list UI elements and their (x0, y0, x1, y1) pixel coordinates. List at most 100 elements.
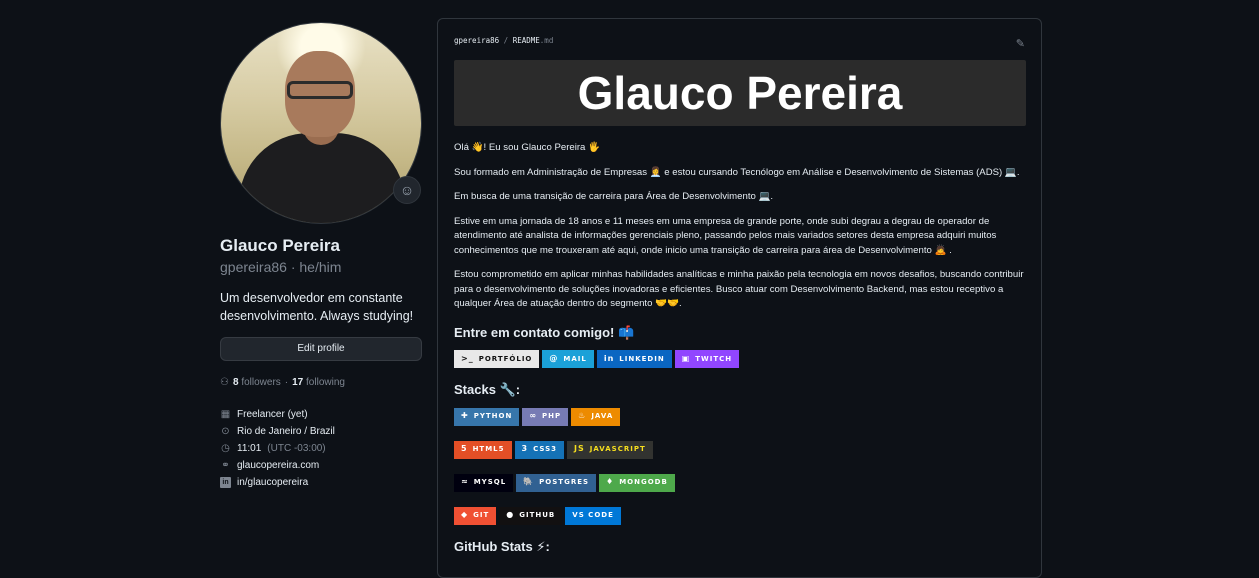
badge-label: VS CODE (572, 511, 614, 520)
readme-banner: Glauco Pereira (454, 60, 1026, 126)
twitch-badge[interactable]: ▣ TWITCH (674, 350, 740, 368)
profile-bio: Um desenvolvedor em constante desenvolvi… (220, 291, 414, 323)
website-link[interactable]: glaucopereira.com (237, 460, 319, 471)
location-pin-icon: ⊙ (221, 426, 230, 437)
twitch-icon: ▣ (681, 353, 691, 363)
css3-icon: 3 (521, 444, 529, 454)
stack-row-languages: ✚ PYTHON ∞ PHP ♨ JAVA (454, 407, 1029, 426)
github-badge: ● GITHUB (499, 506, 563, 525)
link-icon: ⚭ (221, 460, 230, 471)
badge-label: MYSQL (473, 478, 507, 487)
edit-readme-pencil-icon[interactable]: ✎ (1016, 37, 1025, 50)
timezone-text: (UTC -03:00) (267, 443, 326, 454)
follow-stats: ⚇ 8 followers · 17 following (220, 377, 422, 388)
profile-pronouns: he/him (299, 259, 342, 275)
local-time: 11:01 (237, 443, 262, 454)
badge-label: GIT (473, 511, 490, 520)
edit-profile-button[interactable]: Edit profile (220, 337, 422, 361)
crumb-user[interactable]: gpereira86 (454, 36, 499, 45)
mysql-badge: ≈ MYSQL (454, 473, 514, 492)
badge-label: GITHUB (519, 511, 556, 520)
readme-content: Olá 👋! Eu sou Glauco Pereira 🖐️ Sou form… (454, 141, 1029, 564)
badge-label: MAIL (563, 354, 587, 363)
followers-label: followers (241, 377, 281, 388)
profile-name: Glauco Pereira (220, 236, 341, 255)
badge-label: PORTFÓLIO (478, 354, 533, 363)
detail-linkedin: in in/glaucopereira (220, 474, 422, 491)
postgres-icon: 🐘 (523, 477, 535, 487)
html5-icon: 5 (461, 444, 468, 454)
badge-label: JAVASCRIPT (589, 445, 646, 454)
crumb-file: README (512, 36, 540, 45)
followers-count: 8 (232, 377, 239, 388)
readme-breadcrumb: gpereira86 / README.md (454, 36, 553, 45)
following-link[interactable]: 17 following (292, 377, 345, 388)
badge-label: PHP (542, 412, 562, 421)
stacks-heading: Stacks 🔧: (454, 382, 521, 397)
python-icon: ✚ (461, 411, 469, 421)
badge-label: TWITCH (695, 354, 733, 363)
java-badge: ♨ JAVA (571, 407, 621, 426)
badge-label: MONGODB (619, 478, 668, 487)
detail-company: ▦ Freelancer (yet) (220, 406, 422, 423)
crumb-ext: .md (539, 36, 554, 45)
stack-row-databases: ≈ MYSQL 🐘 POSTGRES ♦ MONGODB (454, 473, 1029, 492)
following-label: following (306, 377, 345, 388)
javascript-icon: JS (574, 444, 585, 454)
git-icon: ◆ (461, 510, 469, 520)
crumb-separator: / (503, 36, 509, 45)
avatar[interactable] (220, 22, 422, 224)
contact-heading: Entre em contato comigo! 📫 (454, 324, 635, 340)
badge-label: POSTGRES (539, 478, 590, 487)
readme-panel: gpereira86 / README.md ✎ Glauco Pereira … (437, 18, 1042, 578)
journey-paragraph: Estive em uma jornada de 18 anos e 11 me… (454, 215, 997, 256)
people-icon: ⚇ (220, 377, 229, 388)
vscode-badge: VS CODE (565, 506, 621, 525)
clock-icon: ◷ (221, 443, 230, 454)
terminal-icon: >_ (461, 353, 474, 363)
java-icon: ♨ (578, 411, 587, 421)
portfolio-badge[interactable]: >_ PORTFÓLIO (454, 350, 540, 368)
stack-row-web: 5 HTML5 3 CSS3 JS JAVASCRIPT (454, 440, 1029, 459)
github-icon: ● (506, 510, 515, 520)
followers-link[interactable]: 8 followers (233, 377, 281, 388)
profile-login-line: gpereira86 · he/him (220, 259, 342, 275)
detail-location: ⊙ Rio de Janeiro / Brazil (220, 423, 422, 440)
php-icon: ∞ (529, 411, 538, 421)
html5-badge: 5 HTML5 (454, 440, 512, 459)
company-text: Freelancer (yet) (237, 409, 308, 420)
badge-label: HTML5 (472, 445, 505, 454)
linkedin-link[interactable]: in/glaucopereira (237, 477, 308, 488)
mysql-icon: ≈ (461, 477, 469, 487)
commitment-paragraph: Estou comprometido em aplicar minhas hab… (454, 269, 1024, 309)
dot-separator: · (284, 377, 289, 388)
badge-label: JAVA (591, 412, 614, 421)
profile-sidebar: ☺ Glauco Pereira gpereira86 · he/him Um … (220, 22, 422, 491)
education-paragraph: Sou formado em Administração de Empresas… (454, 166, 1020, 178)
linkedin-icon: in (220, 477, 231, 488)
stats-heading: GitHub Stats ⚡: (454, 538, 550, 554)
profile-login: gpereira86 (220, 259, 287, 275)
php-badge: ∞ PHP (522, 407, 569, 426)
building-icon: ▦ (220, 409, 231, 420)
detail-time: ◷ 11:01 (UTC -03:00) (220, 440, 422, 457)
following-count: 17 (292, 377, 304, 388)
transition-paragraph: Em busca de uma transição de carreira pa… (454, 191, 774, 202)
git-badge: ◆ GIT (454, 506, 497, 525)
linkedin-icon: in (603, 353, 615, 363)
python-badge: ✚ PYTHON (454, 407, 520, 426)
mail-badge[interactable]: @ MAIL (542, 350, 594, 368)
badge-label: CSS3 (533, 445, 557, 454)
profile-details: ▦ Freelancer (yet) ⊙ Rio de Janeiro / Br… (220, 406, 422, 491)
mongodb-icon: ♦ (606, 477, 615, 487)
badge-label: LINKEDIN (619, 354, 665, 363)
at-icon: @ (549, 353, 559, 363)
stack-row-tools: ◆ GIT ● GITHUB VS CODE (454, 506, 1029, 525)
contact-badges: >_ PORTFÓLIO @ MAIL in LINKEDIN ▣ TWITCH (454, 350, 1029, 368)
location-text: Rio de Janeiro / Brazil (237, 426, 335, 437)
set-status-smiley-icon[interactable]: ☺ (393, 176, 421, 204)
javascript-badge: JS JAVASCRIPT (567, 440, 653, 459)
linkedin-badge[interactable]: in LINKEDIN (596, 350, 672, 368)
postgres-badge: 🐘 POSTGRES (516, 473, 597, 492)
mongodb-badge: ♦ MONGODB (599, 473, 675, 492)
